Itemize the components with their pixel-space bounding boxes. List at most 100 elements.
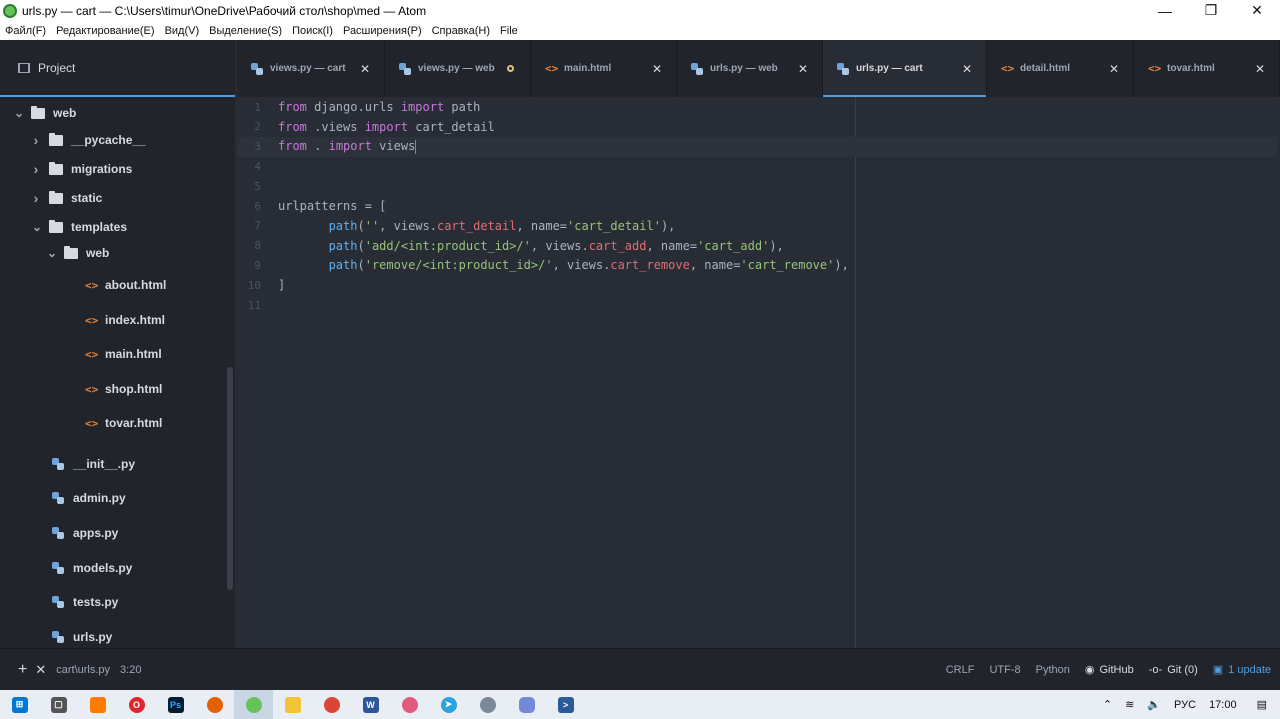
close-icon[interactable]: ✕ <box>35 662 46 678</box>
tree-item[interactable]: › __pycache__ <box>0 129 230 151</box>
menu-file[interactable]: Файл(F) <box>0 25 51 37</box>
code-line[interactable]: 8 path('add/<int:product_id>/', views.ca… <box>237 236 1277 256</box>
git-button[interactable]: -o- Git (0) <box>1149 664 1198 676</box>
tree-item[interactable]: › static <box>0 187 230 209</box>
chevron-up-icon[interactable]: ⌃ <box>1103 698 1112 711</box>
close-icon[interactable]: ✕ <box>652 62 662 76</box>
code-line[interactable]: 9 path('remove/<int:product_id>/', views… <box>237 255 1277 275</box>
add-icon[interactable]: + <box>18 661 27 679</box>
code-text: from .views import cart_detail <box>278 120 495 134</box>
cursor-position[interactable]: 3:20 <box>120 664 141 676</box>
project-tab[interactable]: Project <box>0 40 235 97</box>
code-line[interactable]: 5 <box>237 176 1277 196</box>
tab-views-web[interactable]: views.py — web <box>385 40 531 97</box>
tab-views-cart[interactable]: views.py — cart ✕ <box>237 40 385 97</box>
chevron-right-icon[interactable]: › <box>32 161 40 177</box>
tree-item[interactable]: tests.py <box>0 591 230 613</box>
chevron-down-icon[interactable]: ⌄ <box>14 106 24 120</box>
tree-item[interactable]: urls.py <box>0 626 230 648</box>
explorer-app-icon[interactable] <box>78 690 117 719</box>
clock[interactable]: 17:00 <box>1209 699 1237 711</box>
code-line[interactable]: 1 from django.urls import path <box>237 97 1277 117</box>
chevron-right-icon[interactable]: › <box>32 190 40 206</box>
code-line[interactable]: 6 urlpatterns = [ <box>237 196 1277 216</box>
code-line[interactable]: 2 from .views import cart_detail <box>237 117 1277 137</box>
code-line[interactable]: 3 from . import views <box>237 136 1277 157</box>
tree-item[interactable]: ⌄ web <box>0 242 230 264</box>
tab-main-html[interactable]: <> main.html ✕ <box>531 40 677 97</box>
word-icon[interactable]: W <box>351 690 390 719</box>
tree-item[interactable]: <> main.html <box>0 343 230 365</box>
wifi-icon[interactable]: ≋ <box>1125 698 1134 711</box>
tree-item[interactable]: admin.py <box>0 487 230 509</box>
encoding[interactable]: UTF-8 <box>989 664 1020 676</box>
close-icon[interactable]: ✕ <box>1255 62 1265 76</box>
tree-item[interactable]: ⌄ web <box>0 102 230 124</box>
code-token: cart_detail <box>408 119 495 134</box>
powershell-icon[interactable]: > <box>546 690 585 719</box>
menu-view[interactable]: Вид(V) <box>160 25 205 37</box>
code-line[interactable]: 10] <box>237 275 1277 295</box>
close-icon[interactable]: ✕ <box>1234 0 1280 21</box>
input-language[interactable]: РУС <box>1174 699 1196 711</box>
tab-detail-html[interactable]: <> detail.html ✕ <box>987 40 1134 97</box>
menu-packages[interactable]: Расширения(P) <box>338 25 427 37</box>
opera-icon[interactable]: O <box>117 690 156 719</box>
volume-icon[interactable]: 🔈 <box>1147 698 1161 711</box>
tree-item[interactable]: models.py <box>0 557 230 579</box>
code-line[interactable]: 7 path('', views.cart_detail, name='cart… <box>237 216 1277 236</box>
tree-item[interactable]: __init__.py <box>0 453 230 475</box>
tab-urls-cart[interactable]: urls.py — cart ✕ <box>823 40 987 97</box>
tree-item[interactable]: <> shop.html <box>0 378 230 400</box>
menu-find[interactable]: Поиск(I) <box>287 25 338 37</box>
close-icon[interactable]: ✕ <box>1109 62 1119 76</box>
tree-item[interactable]: apps.py <box>0 522 230 544</box>
close-icon[interactable]: ✕ <box>360 62 370 76</box>
modified-indicator-icon[interactable] <box>507 65 514 72</box>
tree-item[interactable]: <> about.html <box>0 274 230 296</box>
tab-urls-web[interactable]: urls.py — web ✕ <box>677 40 823 97</box>
file-explorer-icon[interactable] <box>273 690 312 719</box>
tree-item[interactable]: › migrations <box>0 158 230 180</box>
close-icon[interactable]: ✕ <box>798 62 808 76</box>
photoshop-icon[interactable]: Ps <box>156 690 195 719</box>
atom-icon[interactable] <box>234 690 273 719</box>
text-editor[interactable]: 1 from django.urls import path 2 from .view… <box>237 97 1280 648</box>
line-ending[interactable]: CRLF <box>946 664 975 676</box>
task-view-icon[interactable]: ▢ <box>39 690 78 719</box>
menu-edit[interactable]: Редактирование(E) <box>51 25 159 37</box>
code-line[interactable]: 11 <box>237 295 1277 315</box>
minimize-icon[interactable]: — <box>1142 0 1188 21</box>
close-icon[interactable]: ✕ <box>962 62 972 76</box>
menu-selection[interactable]: Выделение(S) <box>204 25 287 37</box>
tree-item[interactable]: ⌄ templates <box>0 216 230 238</box>
chevron-down-icon[interactable]: ⌄ <box>47 246 57 260</box>
tab-tovar-html[interactable]: <> tovar.html ✕ <box>1134 40 1280 97</box>
discord-icon[interactable] <box>507 690 546 719</box>
firefox-icon[interactable] <box>195 690 234 719</box>
code-token: from <box>278 119 307 134</box>
start-icon[interactable]: ⊞ <box>0 690 39 719</box>
paint-icon[interactable] <box>390 690 429 719</box>
file-path[interactable]: cart\urls.py <box>56 664 110 676</box>
chevron-right-icon[interactable]: › <box>32 132 40 148</box>
code-line[interactable]: 4 <box>237 156 1277 176</box>
menu-file-extra[interactable]: File <box>495 25 523 37</box>
steam-icon[interactable] <box>468 690 507 719</box>
chrome-icon[interactable] <box>312 690 351 719</box>
taskbar: ⊞ ▢ O Ps W ➤ > ⌃ ≋ 🔈 РУС 17:00 ▤ <box>0 690 1280 719</box>
task-view-glyph-icon: ▢ <box>50 696 67 713</box>
tree-item[interactable]: <> tovar.html <box>0 412 230 434</box>
restore-icon[interactable]: ❐ <box>1188 0 1234 21</box>
grammar[interactable]: Python <box>1036 664 1070 676</box>
telegram-icon[interactable]: ➤ <box>429 690 468 719</box>
tree-scrollbar[interactable] <box>227 367 233 590</box>
github-button[interactable]: ◉ GitHub <box>1085 663 1134 677</box>
title-bar: urls.py — cart — C:\Users\timur\OneDrive… <box>0 0 1280 21</box>
tree-item[interactable]: <> index.html <box>0 309 230 331</box>
menu-help[interactable]: Справка(H) <box>427 25 495 37</box>
updates-button[interactable]: ▣ 1 update <box>1213 663 1271 677</box>
telegram-glyph-icon: ➤ <box>440 696 457 713</box>
notifications-icon[interactable]: ▤ <box>1257 698 1267 711</box>
chevron-down-icon[interactable]: ⌄ <box>32 220 42 234</box>
